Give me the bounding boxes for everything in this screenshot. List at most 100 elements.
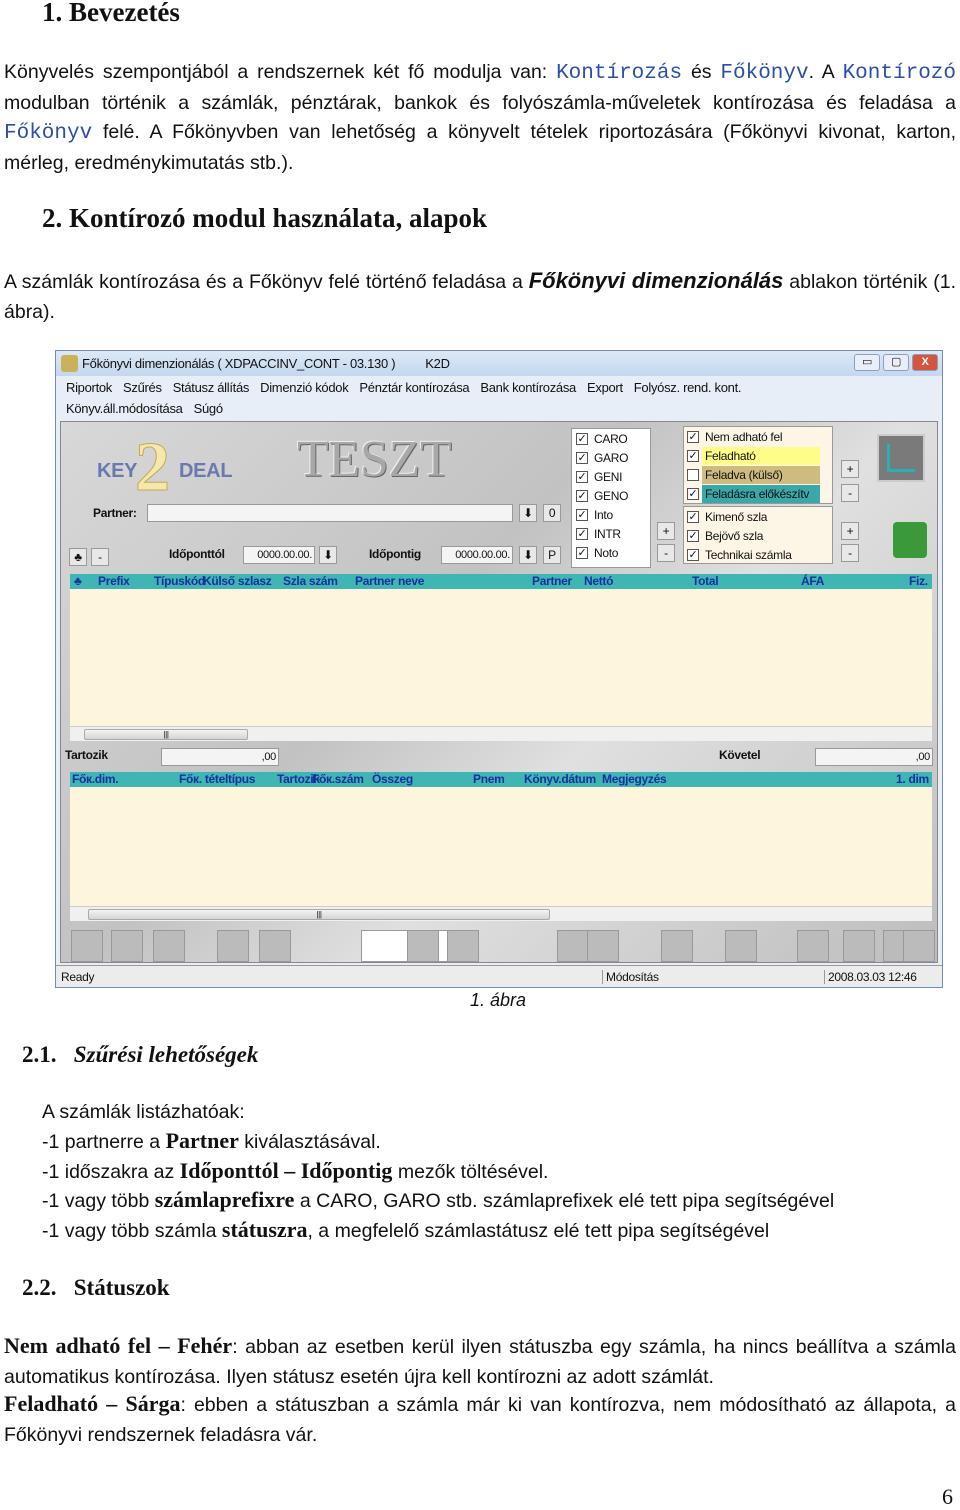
column-header[interactable]: Főк.dim. bbox=[72, 772, 119, 786]
prefix-add-button[interactable]: + bbox=[657, 522, 675, 540]
edit-icon[interactable] bbox=[877, 434, 925, 482]
column-header[interactable]: 1. dim bbox=[896, 772, 929, 786]
column-header[interactable]: Megjegyzés bbox=[602, 772, 667, 786]
menu-item[interactable]: Státusz állítás bbox=[173, 380, 250, 395]
status-row[interactable]: Feladásra előkészítv bbox=[702, 485, 820, 503]
text: mezők töltésével. bbox=[392, 1160, 549, 1183]
minimize-button[interactable]: ▭ bbox=[854, 354, 880, 371]
menu-item[interactable]: Riportok bbox=[66, 380, 112, 395]
column-header[interactable]: Pnem bbox=[473, 772, 505, 786]
toolbar-button-icon[interactable] bbox=[903, 930, 935, 962]
status-checkbox[interactable] bbox=[687, 469, 699, 481]
menu-item[interactable]: Pénztár kontírozása bbox=[359, 380, 469, 395]
type-checkbox[interactable]: ✓ bbox=[687, 511, 699, 523]
status-checkbox[interactable]: ✓ bbox=[687, 431, 699, 443]
type-checkbox[interactable]: ✓ bbox=[687, 530, 699, 542]
grid1-body[interactable] bbox=[70, 589, 932, 726]
money-icon[interactable] bbox=[893, 522, 927, 558]
column-header[interactable]: ÁFA bbox=[801, 574, 824, 588]
prefix-checkbox[interactable]: ✓ bbox=[576, 547, 588, 559]
prefix-checkbox[interactable]: ✓ bbox=[576, 452, 588, 464]
minus-button[interactable]: - bbox=[91, 548, 109, 566]
column-header[interactable]: Partner neve bbox=[355, 574, 424, 588]
status-list[interactable]: Nem adható fel ✓ Feladható ✓ Feladva (külső)… bbox=[683, 426, 833, 504]
toolbar-button-icon[interactable] bbox=[447, 930, 479, 962]
toolbar-button-icon[interactable] bbox=[259, 930, 291, 962]
status-row[interactable]: Feladható bbox=[702, 447, 820, 465]
prefix-remove-button[interactable]: - bbox=[657, 544, 675, 562]
toolbar-button-icon[interactable] bbox=[587, 930, 619, 962]
status-checkbox[interactable]: ✓ bbox=[687, 488, 699, 500]
partner-dropdown-button[interactable]: ⬇ bbox=[519, 504, 537, 522]
toolbar-button-icon[interactable] bbox=[153, 930, 185, 962]
status-yellow-paragraph: Feladható – Sárga: ebben a státuszban a … bbox=[4, 1391, 956, 1450]
partner-clear-button[interactable]: 0 bbox=[543, 504, 561, 522]
grid2-hscrollbar[interactable]: ||| bbox=[70, 906, 932, 921]
to-date-button[interactable]: ⬇ bbox=[519, 546, 537, 564]
toolbar-button-icon[interactable] bbox=[725, 930, 757, 962]
column-header[interactable]: Total bbox=[692, 574, 719, 588]
type-list[interactable]: Kimenő szla ✓ Bejövő szla ✓ Technikai számla… bbox=[683, 506, 833, 564]
to-date-input[interactable]: 0000.00.00. bbox=[441, 546, 513, 564]
type-remove-button[interactable]: - bbox=[841, 544, 859, 562]
column-header[interactable]: Könyv.dátum bbox=[524, 772, 596, 786]
prefix-list[interactable]: ✓ CARO ✓ GARO ✓ GENI ✓ GENO ✓ Into ✓ INTR ✓ Noto bbox=[571, 428, 651, 568]
status-label: Feladható bbox=[705, 449, 756, 463]
grid2-body[interactable] bbox=[70, 787, 932, 906]
prefix-checkbox[interactable]: ✓ bbox=[576, 509, 588, 521]
prefix-checkbox[interactable]: ✓ bbox=[576, 433, 588, 445]
column-header[interactable]: Főк.szám bbox=[312, 772, 364, 786]
menu-item[interactable]: Bank kontírozása bbox=[480, 380, 576, 395]
status-checkbox[interactable]: ✓ bbox=[687, 450, 699, 462]
status-remove-button[interactable]: - bbox=[841, 484, 859, 502]
from-date-button[interactable]: ⬇ bbox=[319, 546, 337, 564]
toolbar-button-icon[interactable] bbox=[843, 930, 875, 962]
column-header[interactable]: Típuskód bbox=[154, 574, 205, 588]
prefix-checkbox[interactable]: ✓ bbox=[576, 528, 588, 540]
heading-bevezetes: 1. Bevezetés bbox=[42, 0, 180, 27]
toolbar-button-icon[interactable] bbox=[71, 930, 103, 962]
menu-item[interactable]: Könyv.áll.módosítása bbox=[66, 401, 183, 416]
sort-button[interactable]: ♣ bbox=[69, 548, 87, 566]
column-header[interactable]: Főк. tételtípus bbox=[179, 772, 255, 786]
p-button[interactable]: P bbox=[543, 546, 561, 564]
menu-item[interactable]: Súgó bbox=[194, 401, 223, 416]
toolbar-button-icon[interactable] bbox=[217, 930, 249, 962]
grid1-hscrollbar[interactable]: ||| bbox=[70, 726, 932, 741]
menu-item[interactable]: Folyósz. rend. kont. bbox=[634, 380, 742, 395]
from-date-input[interactable]: 0000.00.00. bbox=[243, 546, 315, 564]
menu-item[interactable]: Dimenzió kódok bbox=[260, 380, 349, 395]
menu-item[interactable]: Export bbox=[587, 380, 623, 395]
toolbar-button-icon[interactable] bbox=[407, 930, 439, 962]
column-header[interactable]: Prefix bbox=[98, 574, 130, 588]
column-header[interactable]: Szla szám bbox=[283, 574, 338, 588]
text: kiválasztásával. bbox=[238, 1130, 381, 1153]
client-area: KEY 2 DEAL TESZT Partner: ⬇ 0 ♣ - Időpon… bbox=[60, 421, 938, 963]
section-title: Szűrési lehetőségek bbox=[73, 1042, 259, 1067]
maximize-button[interactable]: ▢ bbox=[883, 354, 909, 371]
column-header[interactable]: Fiz. bbox=[909, 574, 928, 588]
toolbar-button-icon[interactable] bbox=[111, 930, 143, 962]
column-header[interactable]: Összeg bbox=[372, 772, 413, 786]
text: modulban történik a számlák, pénztárak, … bbox=[4, 91, 956, 114]
toolbar-button-icon[interactable] bbox=[557, 930, 589, 962]
column-header[interactable]: ♣ bbox=[74, 574, 82, 588]
close-button[interactable]: X bbox=[912, 354, 938, 371]
type-checkbox[interactable]: ✓ bbox=[687, 549, 699, 561]
status-white-paragraph: Nem adható fel – Fehér: abban az esetben… bbox=[4, 1333, 956, 1392]
type-add-button[interactable]: + bbox=[841, 522, 859, 540]
partner-input[interactable] bbox=[147, 504, 513, 522]
column-header[interactable]: Partner bbox=[532, 574, 572, 588]
column-header[interactable]: Külső szlasz bbox=[203, 574, 272, 588]
toolbar-button-icon[interactable] bbox=[661, 930, 693, 962]
status-row[interactable]: Feladva (külső) bbox=[702, 466, 820, 484]
status-row[interactable]: Nem adható fel bbox=[702, 428, 820, 446]
prefix-checkbox[interactable]: ✓ bbox=[576, 490, 588, 502]
prefix-checkbox[interactable]: ✓ bbox=[576, 471, 588, 483]
menu-item[interactable]: Szűrés bbox=[123, 380, 162, 395]
term-kontirozo: Kontírozó bbox=[842, 62, 956, 85]
status-add-button[interactable]: + bbox=[841, 460, 859, 478]
emphasis: státuszra bbox=[221, 1217, 308, 1243]
toolbar-button-icon[interactable] bbox=[797, 930, 829, 962]
column-header[interactable]: Nettó bbox=[584, 574, 613, 588]
